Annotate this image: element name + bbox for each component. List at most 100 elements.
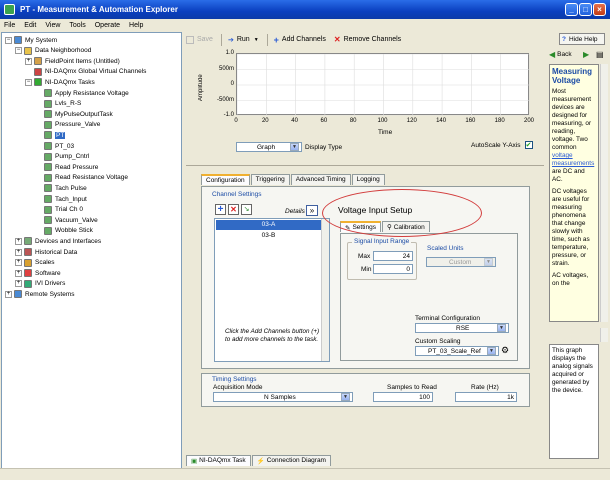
x-tick-label: 100: [377, 118, 388, 124]
tree-item[interactable]: + IVI Drivers: [15, 279, 65, 289]
tree-item[interactable]: Pump_Cntrl: [35, 152, 89, 162]
tree-item-label: Lvls_R-S: [55, 100, 82, 108]
menu-tools[interactable]: Tools: [69, 22, 85, 29]
fieldpoint-icon: [34, 57, 42, 66]
tree-item[interactable]: + Historical Data: [15, 247, 77, 257]
tree-item[interactable]: Trial Ch 0: [35, 205, 83, 215]
details-toggle-button[interactable]: »: [306, 205, 318, 216]
remove-channel-button[interactable]: ✕: [228, 204, 239, 215]
hide-help-button[interactable]: ? Hide Help: [559, 33, 605, 45]
tab-advanced-timing[interactable]: Advanced Timing: [290, 174, 351, 185]
tree-item[interactable]: Lvls_R-S: [35, 99, 81, 109]
display-type-select[interactable]: Graph ▼: [236, 142, 302, 152]
maximize-button[interactable]: □: [579, 3, 592, 16]
configuration-tree[interactable]: − My System − Data Neighborhood + FieldPoint …: [1, 32, 182, 478]
acquisition-mode-select[interactable]: N Samples ▼: [213, 392, 353, 402]
tab-daqmx-task[interactable]: ▣ NI-DAQmx Task: [186, 454, 251, 466]
menu-edit[interactable]: Edit: [24, 22, 36, 29]
minimize-button[interactable]: _: [565, 3, 578, 16]
tree-item[interactable]: − My System: [5, 35, 57, 45]
expand-toggle[interactable]: −: [5, 36, 12, 44]
tree-item[interactable]: + Devices and Interfaces: [15, 236, 101, 246]
tree-item[interactable]: − NI-DAQmx Tasks: [25, 77, 95, 87]
historical-icon: [24, 248, 32, 256]
back-arrow-icon: ◀: [549, 50, 556, 59]
samples-to-read-input[interactable]: 100: [373, 392, 433, 402]
tree-item-label: Data Neighborhood: [35, 47, 92, 55]
toolbar: Save ➔ Run ▼ + Add Channels ✕ Remove Cha…: [186, 32, 544, 47]
expand-toggle[interactable]: +: [15, 237, 22, 245]
save-button[interactable]: Save: [186, 35, 213, 44]
help-back-button[interactable]: ◀ Back: [549, 50, 572, 59]
channel-list-item[interactable]: 03-B: [216, 231, 321, 241]
close-button[interactable]: ×: [593, 3, 606, 16]
menu-help[interactable]: Help: [129, 22, 143, 29]
tree-item[interactable]: Tach_Input: [35, 194, 87, 204]
tree-item[interactable]: PT: [35, 130, 66, 140]
channel-list-scrollbar[interactable]: [321, 219, 329, 361]
expand-toggle[interactable]: +: [15, 280, 22, 288]
tree-item-label: PT: [55, 131, 66, 139]
help-context-text: This graph displays the analog signals a…: [549, 344, 599, 459]
run-button[interactable]: ➔ Run ▼: [228, 36, 259, 44]
tree-item[interactable]: Wobble Stick: [35, 226, 93, 236]
waveform-graph[interactable]: [236, 53, 531, 117]
autoscale-checkbox-row[interactable]: AutoScale Y-Axis ✔: [471, 141, 533, 149]
expand-toggle[interactable]: +: [15, 248, 22, 256]
rate-input[interactable]: 1k: [455, 392, 517, 402]
scaled-units-select[interactable]: Custom ▼: [426, 257, 496, 267]
title-bar[interactable]: PT - Measurement & Automation Explorer _…: [0, 0, 610, 19]
max-input[interactable]: 24: [373, 251, 413, 261]
tree-item[interactable]: + Remote Systems: [5, 289, 75, 299]
min-input[interactable]: 0: [373, 264, 413, 274]
help-icon: ?: [562, 35, 566, 43]
expand-toggle[interactable]: −: [25, 78, 32, 86]
terminal-config-select[interactable]: RSE ▼: [415, 323, 509, 333]
channel-list-item-selected[interactable]: 03-A: [216, 220, 321, 230]
tree-item[interactable]: + Software: [15, 268, 61, 278]
custom-scaling-select[interactable]: PT_03_Scale_Ref ▼: [415, 346, 499, 356]
expand-toggle[interactable]: +: [25, 57, 32, 65]
tree-item[interactable]: MyPulseOutputTask: [35, 109, 113, 119]
remove-channels-button[interactable]: ✕ Remove Channels: [334, 35, 401, 44]
tree-item[interactable]: NI-DAQmx Global Virtual Channels: [25, 67, 146, 77]
tab-logging[interactable]: Logging: [351, 174, 385, 185]
help-menu-icon[interactable]: ▤: [596, 50, 604, 59]
menu-operate[interactable]: Operate: [95, 22, 120, 29]
channel-settings-button[interactable]: ↘: [241, 204, 252, 215]
task-icon: [44, 89, 52, 97]
expand-toggle[interactable]: −: [15, 47, 22, 55]
tab-connection-diagram[interactable]: ⚡ Connection Diagram: [251, 454, 331, 466]
task-icon: ▣: [191, 457, 198, 465]
scale-wrench-icon[interactable]: ⚙: [501, 345, 509, 356]
menu-view[interactable]: View: [45, 22, 60, 29]
tree-item[interactable]: + FieldPoint Items (Untitled): [25, 56, 120, 66]
tab-triggering[interactable]: Triggering: [250, 174, 290, 185]
custom-scaling-label: Custom Scaling: [415, 338, 461, 345]
app-icon: [4, 4, 15, 15]
help-scrollbar[interactable]: [600, 64, 608, 322]
tree-item[interactable]: − Data Neighborhood: [15, 46, 91, 56]
help-lower-scrollbar[interactable]: [600, 328, 608, 342]
add-channel-button[interactable]: +: [215, 204, 226, 215]
tree-item[interactable]: Read Resistance Voltage: [35, 173, 128, 183]
autoscale-checkbox[interactable]: ✔: [524, 141, 533, 149]
tree-item[interactable]: Tach Pulse: [35, 183, 87, 193]
forward-arrow-icon[interactable]: ▶: [583, 50, 589, 59]
menu-file[interactable]: File: [4, 22, 15, 29]
tree-item[interactable]: Read Pressure: [35, 162, 98, 172]
tree-item[interactable]: Vacuum_Valve: [35, 215, 98, 225]
channel-list[interactable]: 03-A 03-B Click the Add Channels button …: [214, 218, 330, 362]
x-tick-label: 140: [436, 118, 447, 124]
expand-toggle[interactable]: +: [15, 269, 22, 277]
tab-configuration[interactable]: Configuration: [201, 174, 250, 185]
chevron-down-icon: ▼: [253, 36, 259, 43]
tree-item[interactable]: Pressure_Valve: [35, 120, 100, 130]
expand-toggle[interactable]: +: [15, 259, 22, 267]
tree-item[interactable]: PT_03: [35, 141, 74, 151]
tree-item[interactable]: + Scales: [15, 258, 55, 268]
expand-toggle[interactable]: +: [5, 290, 12, 298]
help-link[interactable]: voltage measurements: [552, 152, 594, 167]
tree-item[interactable]: Apply Resistance Voltage: [35, 88, 129, 98]
add-channels-button[interactable]: + Add Channels: [274, 35, 326, 45]
